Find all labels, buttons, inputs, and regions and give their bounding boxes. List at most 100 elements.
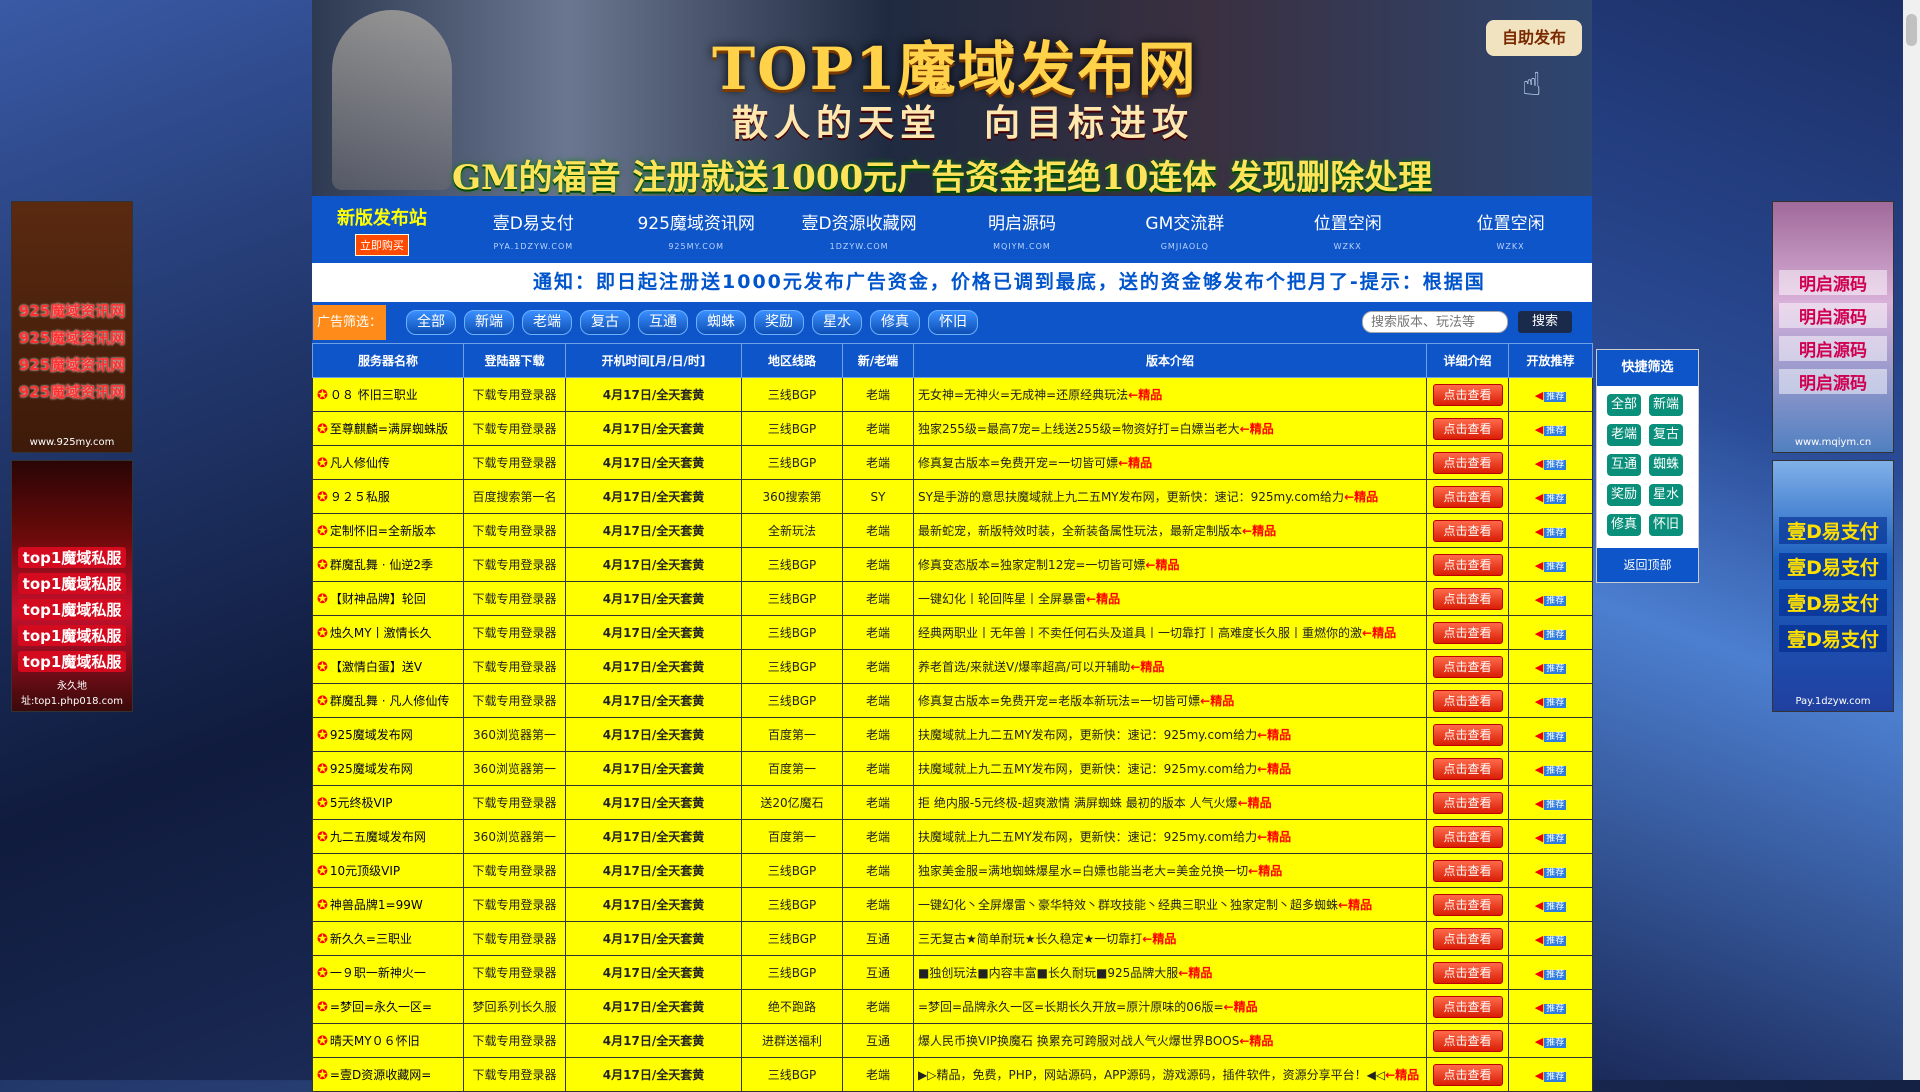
recommend-link[interactable]: ◀ 推荐	[1535, 559, 1567, 572]
recommend-link[interactable]: ◀ 推荐	[1535, 1001, 1567, 1014]
server-name-cell[interactable]: ✪ 925魔域发布网	[312, 717, 464, 752]
detail-button[interactable]: 点击查看	[1432, 485, 1503, 508]
detail-button[interactable]: 点击查看	[1432, 859, 1503, 882]
download-link[interactable]: 下载专用登录器	[463, 1057, 566, 1092]
nav-item-1dpay[interactable]: 壹D易支付 PYA.1DZYW.COM	[452, 209, 615, 251]
detail-button[interactable]: 点击查看	[1432, 1029, 1503, 1052]
download-link[interactable]: 下载专用登录器	[463, 581, 566, 616]
download-link[interactable]: 下载专用登录器	[463, 547, 566, 582]
recommend-link[interactable]: ◀ 推荐	[1535, 933, 1567, 946]
server-name-cell[interactable]: ✪ 群魔乱舞 · 凡人修仙传	[312, 683, 464, 718]
recommend-link[interactable]: ◀ 推荐	[1535, 491, 1567, 504]
server-name-cell[interactable]: ✪ ０８ 怀旧三职业	[312, 377, 464, 412]
server-name-cell[interactable]: ✪ =壹D资源收藏网=	[312, 1057, 464, 1092]
server-name-cell[interactable]: ✪ 神兽品牌1=99W	[312, 887, 464, 922]
recommend-link[interactable]: ◀ 推荐	[1535, 797, 1567, 810]
detail-button[interactable]: 点击查看	[1432, 587, 1503, 610]
download-link[interactable]: 360浏览器第一	[463, 819, 566, 854]
quick-filter-starwater[interactable]: 星水	[1649, 484, 1683, 506]
filter-crossplay[interactable]: 互通	[638, 310, 689, 335]
description-cell[interactable]: 独家255级=最高7宠=上线送255级=物资好打=白嫖当老大←精品	[913, 411, 1427, 446]
detail-button[interactable]: 点击查看	[1432, 995, 1503, 1018]
filter-retro[interactable]: 复古	[580, 310, 631, 335]
detail-button[interactable]: 点击查看	[1432, 961, 1503, 984]
quick-filter-spider[interactable]: 蜘蛛	[1649, 454, 1683, 476]
filter-cultivation[interactable]: 修真	[870, 310, 921, 335]
description-cell[interactable]: 经典两职业丨无年兽丨不卖任何石头及道具丨一切靠打丨高难度长久服丨重燃你的激←精品	[913, 615, 1427, 650]
download-link[interactable]: 下载专用登录器	[463, 887, 566, 922]
server-name-cell[interactable]: ✪ 群魔乱舞 · 仙逆2季	[312, 547, 464, 582]
detail-button[interactable]: 点击查看	[1432, 757, 1503, 780]
server-name-cell[interactable]: ✪ 晴天MY０６怀旧	[312, 1023, 464, 1058]
recommend-link[interactable]: ◀ 推荐	[1535, 967, 1567, 980]
quick-filter-all[interactable]: 全部	[1607, 394, 1641, 416]
ad-mqiym[interactable]: 明启源码 明启源码 明启源码 明启源码 www.mqiym.cn	[1772, 201, 1894, 453]
server-name-cell[interactable]: ✪ 一９职一新神火一	[312, 955, 464, 990]
filter-new[interactable]: 新端	[464, 310, 515, 335]
back-to-top-button[interactable]: 返回顶部	[1597, 548, 1698, 582]
server-name-cell[interactable]: ✪ 九二五魔域发布网	[312, 819, 464, 854]
description-cell[interactable]: 养老首选/来就送V/爆率超高/可以开辅助←精品	[913, 649, 1427, 684]
download-link[interactable]: 360浏览器第一	[463, 717, 566, 752]
recommend-link[interactable]: ◀ 推荐	[1535, 831, 1567, 844]
quick-filter-old[interactable]: 老端	[1607, 424, 1641, 446]
buy-now-button[interactable]: 立即购买	[354, 233, 409, 256]
filter-starwater[interactable]: 星水	[812, 310, 863, 335]
description-cell[interactable]: 拒 绝内服-5元终极-超爽激情 满屏蜘蛛 最初的版本 人气火爆←精品	[913, 785, 1427, 820]
nav-item-vacant-1[interactable]: 位置空闲 WZKX	[1266, 209, 1429, 251]
filter-all[interactable]: 全部	[406, 310, 457, 335]
description-cell[interactable]: ▶▷精品，免费，PHP，网站源码，APP源码，游戏源码，插件软件，资源分享平台！…	[913, 1057, 1427, 1092]
description-cell[interactable]: SY是手游的意思扶魔域就上九二五MY发布网，更新快：速记：925my.com给力…	[913, 479, 1427, 514]
recommend-link[interactable]: ◀ 推荐	[1535, 729, 1567, 742]
server-name-cell[interactable]: ✪ 凡人修仙传	[312, 445, 464, 480]
download-link[interactable]: 百度搜索第一名	[463, 479, 566, 514]
page-scrollbar[interactable]	[1903, 0, 1920, 1080]
quick-filter-new[interactable]: 新端	[1649, 394, 1683, 416]
recommend-link[interactable]: ◀ 推荐	[1535, 695, 1567, 708]
download-link[interactable]: 下载专用登录器	[463, 955, 566, 990]
quick-filter-retro[interactable]: 复古	[1649, 424, 1683, 446]
download-link[interactable]: 梦回系列长久服	[463, 989, 566, 1024]
server-name-cell[interactable]: ✪ 定制怀旧=全新版本	[312, 513, 464, 548]
nav-item-gm-group[interactable]: GM交流群 GMJIAOLQ	[1103, 209, 1266, 251]
download-link[interactable]: 下载专用登录器	[463, 377, 566, 412]
download-link[interactable]: 下载专用登录器	[463, 921, 566, 956]
recommend-link[interactable]: ◀ 推荐	[1535, 899, 1567, 912]
detail-button[interactable]: 点击查看	[1432, 927, 1503, 950]
download-link[interactable]: 下载专用登录器	[463, 683, 566, 718]
description-cell[interactable]: 一键幻化丨轮回阵星丨全屏暴雷←精品	[913, 581, 1427, 616]
download-link[interactable]: 下载专用登录器	[463, 445, 566, 480]
ad-top1[interactable]: top1魔域私服 top1魔域私服 top1魔域私服 top1魔域私服 top1…	[11, 460, 133, 712]
description-cell[interactable]: 无女神=无神火=无成神=还原经典玩法←精品	[913, 377, 1427, 412]
download-link[interactable]: 下载专用登录器	[463, 785, 566, 820]
detail-button[interactable]: 点击查看	[1432, 1063, 1503, 1086]
description-cell[interactable]: 修真复古版本=免费开宠=一切皆可嫖←精品	[913, 445, 1427, 480]
recommend-link[interactable]: ◀ 推荐	[1535, 525, 1567, 538]
nav-item-vacant-2[interactable]: 位置空闲 WZKX	[1429, 209, 1592, 251]
download-link[interactable]: 360浏览器第一	[463, 751, 566, 786]
nav-item-mqiym[interactable]: 明启源码 MQIYM.COM	[941, 209, 1104, 251]
download-link[interactable]: 下载专用登录器	[463, 1023, 566, 1058]
detail-button[interactable]: 点击查看	[1432, 383, 1503, 406]
scrollbar-thumb[interactable]	[1906, 14, 1917, 46]
recommend-link[interactable]: ◀ 推荐	[1535, 763, 1567, 776]
filter-old[interactable]: 老端	[522, 310, 573, 335]
description-cell[interactable]: 修真复古版本=免费开宠=老版本新玩法=一切皆可嫖←精品	[913, 683, 1427, 718]
description-cell[interactable]: 扶魔域就上九二五MY发布网，更新快：速记：925my.com给力←精品	[913, 717, 1427, 752]
server-name-cell[interactable]: ✪ 至尊麒麟=满屏蜘蛛版	[312, 411, 464, 446]
detail-button[interactable]: 点击查看	[1432, 451, 1503, 474]
recommend-link[interactable]: ◀ 推荐	[1535, 593, 1567, 606]
nav-item-925my[interactable]: 925魔域资讯网 925MY.COM	[615, 209, 778, 251]
server-name-cell[interactable]: ✪ 烛久MY丨激情长久	[312, 615, 464, 650]
self-publish-button[interactable]: 自助发布	[1486, 20, 1582, 56]
server-name-cell[interactable]: ✪ 10元顶级VIP	[312, 853, 464, 888]
description-cell[interactable]: 爆人民币换VIP换魔石 换累充可跨服对战人气火爆世界BOOS←精品	[913, 1023, 1427, 1058]
description-cell[interactable]: 扶魔域就上九二五MY发布网，更新快：速记：925my.com给力←精品	[913, 819, 1427, 854]
detail-button[interactable]: 点击查看	[1432, 689, 1503, 712]
ad-1dzyw[interactable]: 壹D易支付 壹D易支付 壹D易支付 壹D易支付 Pay.1dzyw.com	[1772, 460, 1894, 712]
search-input[interactable]	[1362, 311, 1508, 333]
recommend-link[interactable]: ◀ 推荐	[1535, 627, 1567, 640]
nav-item-1dzyw[interactable]: 壹D资源收藏网 1DZYW.COM	[778, 209, 941, 251]
quick-filter-cultivation[interactable]: 修真	[1607, 514, 1641, 536]
detail-button[interactable]: 点击查看	[1432, 553, 1503, 576]
